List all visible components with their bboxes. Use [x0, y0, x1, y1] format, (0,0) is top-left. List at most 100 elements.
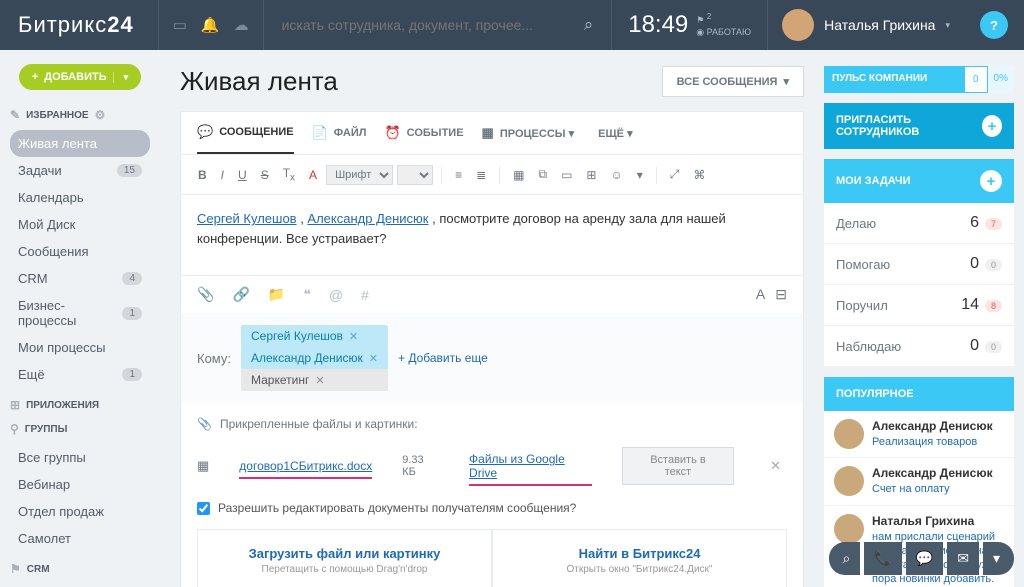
task-row[interactable]: Помогаю00 [824, 244, 1014, 285]
ol-button[interactable]: ≣ [471, 165, 491, 185]
help-button[interactable]: ? [964, 11, 1024, 39]
crm-header: ⚑CRM [10, 562, 150, 576]
popular-item[interactable]: Александр ДенисюкСчет на оплату [824, 458, 1014, 505]
strike-button[interactable]: S [256, 165, 274, 185]
clock[interactable]: 18:49 ⚑ 2◉ РАБОТАЮ [611, 0, 767, 50]
mention[interactable]: Сергей Кулешов [197, 211, 297, 226]
file-size: 9.33 КБ [402, 454, 439, 478]
bell-icon[interactable]: 🔔 [201, 16, 220, 34]
attach-header: 📎 Прикрепленные файлы и картинки: [197, 417, 787, 431]
popular-item[interactable]: Александр ДенисюкРеализация товаров [824, 411, 1014, 458]
add-button[interactable]: + ДОБАВИТЬ▾ [19, 64, 141, 90]
sidebar-item[interactable]: Сообщения [10, 238, 150, 265]
code-button[interactable]: ⌘ [688, 165, 710, 185]
fab-mail[interactable]: ✉ [947, 542, 979, 575]
popular-panel-header: ПОПУЛЯРНОЕ [824, 377, 1014, 411]
chevron-down-icon: ▾ [945, 20, 950, 31]
sidebar-item[interactable]: Мои процессы [10, 334, 150, 361]
hash-icon[interactable]: # [361, 287, 369, 303]
sidebar-item[interactable]: Вебинар [10, 471, 150, 498]
tab[interactable]: 💬СООБЩЕНИЕ [197, 112, 294, 154]
tab[interactable]: ⏰СОБЫТИЕ [384, 112, 463, 154]
underline-button[interactable]: U [233, 165, 252, 185]
text-icon[interactable]: A [756, 286, 765, 303]
add-task-button[interactable]: + [980, 170, 1002, 192]
fab-search[interactable]: ⌕ [829, 542, 861, 575]
file-link[interactable]: договор1СБитрикс.docx [239, 459, 372, 473]
link-button[interactable]: ⧉ [533, 164, 552, 185]
image-button[interactable]: ▦ [508, 165, 529, 185]
collapse-icon[interactable]: ⊟ [775, 286, 787, 303]
search-input[interactable] [282, 17, 584, 33]
size-select[interactable] [397, 165, 433, 185]
quote-icon[interactable]: ❝ [303, 286, 311, 303]
folder-icon[interactable]: 📁 [268, 286, 285, 303]
task-row[interactable]: Наблюдаю00 [824, 326, 1014, 367]
sidebar-item[interactable]: Бизнес-процессы1 [10, 292, 150, 334]
invite-panel[interactable]: ПРИГЛАСИТЬ СОТРУДНИКОВ+ [824, 103, 1014, 149]
groups-header: ⚲ГРУППЫ [10, 422, 150, 436]
recipient-chip[interactable]: Александр Денисюк ✕ [241, 347, 388, 369]
add-recipient[interactable]: + Добавить еще [398, 351, 488, 365]
link-icon[interactable]: 🔗 [232, 286, 249, 303]
sidebar-item[interactable]: Все группы [10, 444, 150, 471]
gdrive-link[interactable]: Файлы из Google Drive [469, 452, 592, 480]
sidebar-item[interactable]: Календарь [10, 184, 150, 211]
avatar [782, 9, 814, 41]
to-label: Кому: [197, 351, 231, 366]
delete-file[interactable]: ✕ [764, 458, 787, 474]
recipient-chip[interactable]: Сергей Кулешов ✕ [241, 325, 388, 347]
plus-icon[interactable]: + [982, 115, 1002, 137]
more-button[interactable]: ▾ [632, 165, 648, 185]
task-row[interactable]: Поручил148 [824, 285, 1014, 326]
emoji-button[interactable]: ☺ [605, 165, 627, 185]
upload-option[interactable]: Найти в Битрикс24Открыть окно "Битрикс24… [492, 529, 787, 587]
apps-header: ⊞ПРИЛОЖЕНИЯ [10, 398, 150, 412]
fab-more[interactable]: ▾ [983, 542, 1014, 575]
pulse-widget[interactable]: ПУЛЬС КОМПАНИИ 0 0% [824, 66, 1014, 93]
work-status: ⚑ 2◉ РАБОТАЮ [696, 12, 751, 38]
recipient-chip[interactable]: Маркетинг ✕ [241, 369, 388, 391]
color-button[interactable]: A [304, 165, 322, 185]
table-button[interactable]: ⊞ [581, 165, 601, 185]
fab-phone[interactable]: 📞 [864, 542, 901, 575]
tab[interactable]: ЕЩЁ ▾ [592, 112, 632, 154]
page-title: Живая лента [180, 66, 338, 97]
attach-icon[interactable]: 📎 [197, 286, 214, 303]
sidebar-item[interactable]: Мой Диск [10, 211, 150, 238]
sidebar-item[interactable]: Отдел продаж [10, 498, 150, 525]
cloud-icon[interactable]: ☁ [234, 16, 249, 34]
expand-button[interactable]: ⤢ [665, 164, 685, 185]
sidebar-item[interactable]: Живая лента [10, 130, 150, 157]
logo[interactable]: Битрикс24 [0, 12, 158, 38]
editor-content[interactable]: Сергей Кулешов , Александр Денисюк , пос… [181, 195, 803, 275]
sidebar-item[interactable]: Самолет [10, 525, 150, 552]
user-menu[interactable]: Наталья Грихина ▾ [767, 0, 964, 50]
bold-button[interactable]: B [193, 165, 212, 185]
chat-icon[interactable]: ▭ [173, 16, 187, 34]
upload-option[interactable]: Загрузить файл или картинкуПеретащить с … [197, 529, 492, 587]
ul-button[interactable]: ≡ [450, 165, 467, 185]
all-messages-filter[interactable]: ВСЕ СООБЩЕНИЯ ▾ [662, 66, 804, 97]
sidebar-item[interactable]: Ещё1 [10, 361, 150, 388]
insert-button[interactable]: Вставить в текст [622, 447, 734, 485]
favorites-header: ✎ИЗБРАННОЕ ⚙ [10, 108, 150, 122]
user-name: Наталья Грихина [824, 17, 935, 33]
tab[interactable]: 📄ФАЙЛ [312, 112, 367, 154]
search-icon[interactable]: ⌕ [584, 15, 594, 35]
video-button[interactable]: ▭ [556, 165, 577, 185]
clear-format-button[interactable]: Tx [278, 163, 300, 186]
sidebar-item[interactable]: Задачи15 [10, 157, 150, 184]
fab-chat[interactable]: 💬 [906, 542, 943, 575]
italic-button[interactable]: I [216, 165, 229, 185]
font-select[interactable]: Шрифт [326, 165, 393, 185]
mention[interactable]: Александр Денисюк [307, 211, 428, 226]
clock-time: 18:49 [628, 11, 688, 39]
mention-icon[interactable]: @ [329, 287, 343, 303]
gear-icon[interactable]: ⚙ [95, 108, 106, 122]
tab[interactable]: ▦ПРОЦЕССЫ ▾ [482, 112, 575, 154]
sidebar-item[interactable]: CRM4 [10, 265, 150, 292]
task-row[interactable]: Делаю67 [824, 203, 1014, 244]
allow-edit-checkbox[interactable]: Разрешить редактировать документы получа… [197, 501, 787, 515]
tasks-panel-header: МОИ ЗАДАЧИ+ [824, 159, 1014, 203]
